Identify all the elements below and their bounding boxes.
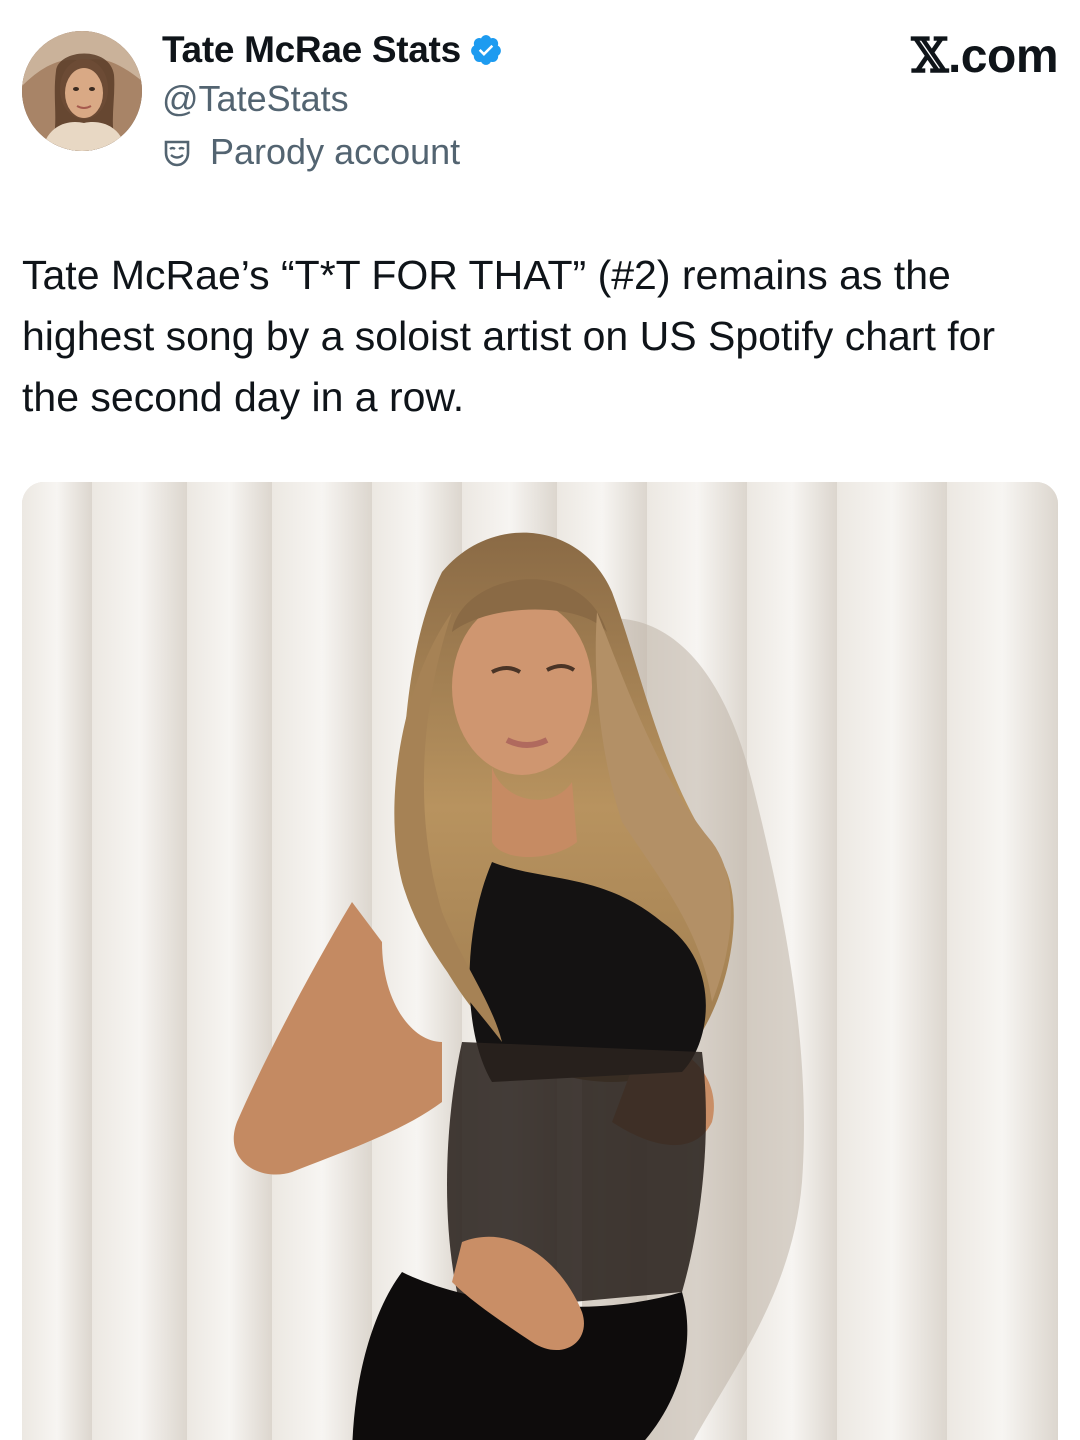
verified-badge-icon: [469, 33, 503, 67]
tweet-header: Tate McRae Stats @TateStats Parody accou…: [22, 28, 1059, 172]
display-name[interactable]: Tate McRae Stats: [162, 29, 461, 71]
parody-mask-icon: [162, 135, 196, 169]
avatar[interactable]: [22, 31, 142, 151]
x-logo-icon: 𝕏: [911, 28, 948, 84]
name-row: Tate McRae Stats: [162, 28, 503, 72]
photo-image: [22, 482, 1058, 1440]
tweet-text: Tate McRae’s “T*T FOR THAT” (#2) remains…: [22, 252, 996, 420]
parody-label-text: Parody account: [210, 131, 461, 172]
brand-suffix: .com: [947, 30, 1059, 83]
avatar-image: [22, 31, 142, 151]
parody-label: Parody account: [162, 131, 460, 173]
tweet-screenshot: Tate McRae Stats @TateStats Parody accou…: [0, 0, 1080, 1440]
x-com-logo: 𝕏.com: [911, 28, 1058, 84]
account-handle[interactable]: @TateStats: [162, 78, 349, 120]
tweet-photo[interactable]: [22, 482, 1058, 1440]
